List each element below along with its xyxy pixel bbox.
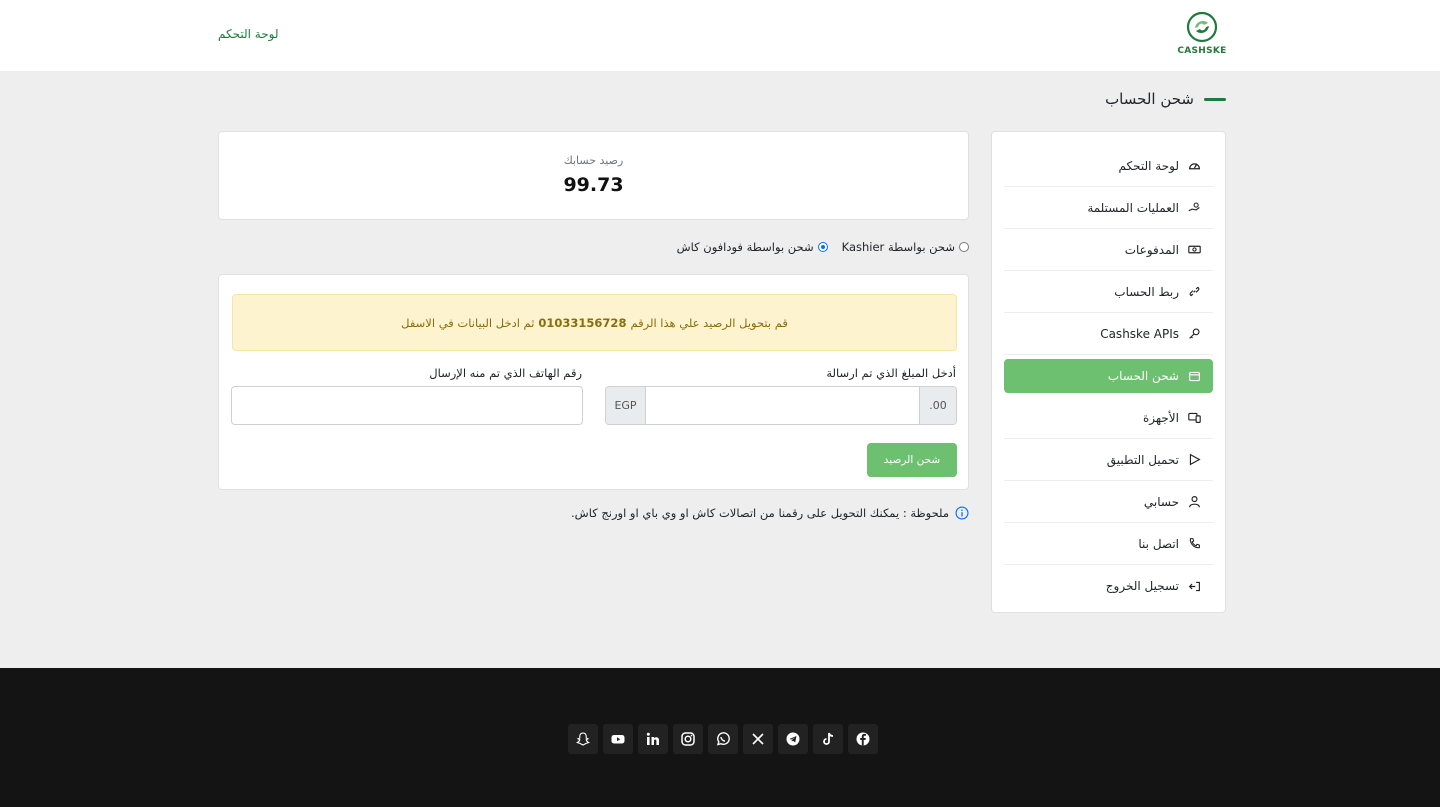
sidebar-item-label: العمليات المستلمة [1087, 200, 1179, 215]
amount-input[interactable] [646, 387, 919, 424]
youtube-icon[interactable] [603, 724, 633, 754]
link-icon [1187, 285, 1201, 299]
page-title: شحن الحساب [1105, 90, 1194, 108]
decimal-addon: .00 [919, 387, 956, 424]
hand-coin-icon [1187, 201, 1201, 215]
currency-addon: EGP [606, 387, 646, 424]
key-icon [1187, 327, 1201, 341]
transfer-alert: قم بتحويل الرصيد علي هذا الرقم 010331567… [232, 294, 957, 351]
cashske-logo-icon [1186, 11, 1218, 43]
sidebar-item-apis[interactable]: Cashske APIs [1004, 313, 1213, 355]
info-icon [955, 506, 969, 520]
top-navbar: CASHSKE لوحة التحكم [0, 0, 1440, 71]
logout-icon [1187, 579, 1201, 593]
sidebar-item-payments[interactable]: المدفوعات [1004, 229, 1213, 271]
sidebar-item-label: تسجيل الخروج [1105, 579, 1179, 593]
sidebar-item-label: ربط الحساب [1114, 284, 1179, 299]
sidebar-item-my-account[interactable]: حسابي [1004, 481, 1213, 523]
sidebar-item-logout[interactable]: تسجيل الخروج [1004, 565, 1213, 607]
radio-kashier[interactable]: شحن بواسطة Kashier [842, 240, 969, 254]
balance-value: 99.73 [563, 174, 624, 196]
radio-vodafone-dot[interactable] [817, 242, 828, 252]
charge-method-group: شحن بواسطة Kashier شحن بواسطة فودافون كا… [677, 240, 969, 254]
speedometer-icon [1187, 159, 1201, 173]
sidebar-item-contact-us[interactable]: اتصل بنا [1004, 523, 1213, 565]
dashboard-link[interactable]: لوحة التحكم [218, 27, 279, 41]
telegram-icon[interactable] [778, 724, 808, 754]
sidebar-item-label: الأجهزة [1142, 410, 1179, 425]
sidebar-item-devices[interactable]: الأجهزة [1004, 397, 1213, 439]
sidebar-item-label: اتصل بنا [1138, 536, 1179, 551]
sidebar-item-label: لوحة التحكم [1118, 158, 1180, 173]
alert-number: 01033156728 [538, 315, 627, 330]
amount-input-group: EGP .00 [605, 386, 957, 425]
cashske-logo[interactable]: CASHSKE [1177, 11, 1227, 61]
sidebar-item-download-app[interactable]: تحميل التطبيق [1004, 439, 1213, 481]
facebook-icon[interactable] [848, 724, 878, 754]
phone-icon [1187, 537, 1201, 551]
sidebar: لوحة التحكم العمليات المستلمة المدفوعات … [991, 131, 1226, 613]
sidebar-item-label: شحن الحساب [1107, 369, 1179, 383]
balance-card: رصيد حسابك 99.73 [218, 131, 969, 220]
radio-vodafone-cash[interactable]: شحن بواسطة فودافون كاش [677, 240, 828, 254]
tiktok-icon[interactable] [813, 724, 843, 754]
balance-label: رصيد حسابك [563, 154, 624, 167]
sidebar-item-dashboard[interactable]: لوحة التحكم [1004, 145, 1213, 187]
sidebar-item-label: Cashske APIs [1100, 326, 1179, 341]
radio-vodafone-label: شحن بواسطة فودافون كاش [676, 240, 814, 254]
social-links [568, 724, 878, 754]
phone-label: رقم الهاتف الذي تم منه الإرسال [429, 366, 582, 380]
sidebar-item-label: المدفوعات [1124, 242, 1179, 257]
logo-text: CASHSKE [1177, 46, 1227, 56]
snapchat-icon[interactable] [568, 724, 598, 754]
sidebar-item-label: حسابي [1143, 494, 1179, 509]
user-icon [1187, 495, 1201, 509]
radio-kashier-label: شحن بواسطة Kashier [841, 240, 955, 254]
footer [0, 668, 1440, 807]
whatsapp-icon[interactable] [708, 724, 738, 754]
transfer-note: ملحوظة : يمكنك التحويل على رقمنا من اتصا… [571, 506, 969, 520]
alert-suffix: ثم ادخل البيانات في الاسفل [401, 315, 535, 330]
linkedin-icon[interactable] [638, 724, 668, 754]
x-icon[interactable] [743, 724, 773, 754]
wallet-icon [1187, 369, 1201, 383]
sender-phone-input[interactable] [231, 386, 583, 425]
cash-icon [1187, 243, 1201, 257]
sidebar-item-received-transactions[interactable]: العمليات المستلمة [1004, 187, 1213, 229]
alert-prefix: قم بتحويل الرصيد علي هذا الرقم [630, 315, 788, 330]
charge-form-card: قم بتحويل الرصيد علي هذا الرقم 010331567… [218, 274, 969, 490]
sidebar-item-link-account[interactable]: ربط الحساب [1004, 271, 1213, 313]
sidebar-item-charge-account[interactable]: شحن الحساب [1004, 359, 1213, 393]
play-icon [1187, 453, 1201, 467]
sidebar-item-label: تحميل التطبيق [1106, 452, 1179, 467]
devices-icon [1187, 411, 1201, 425]
page-heading: شحن الحساب [1105, 90, 1226, 108]
amount-label: أدخل المبلغ الذي تم ارسالة [826, 366, 956, 380]
heading-accent-bar [1204, 97, 1226, 101]
charge-balance-button[interactable]: شحن الرصيد [867, 443, 957, 477]
radio-kashier-dot[interactable] [959, 242, 969, 252]
instagram-icon[interactable] [673, 724, 703, 754]
note-text: ملحوظة : يمكنك التحويل على رقمنا من اتصا… [571, 506, 949, 520]
